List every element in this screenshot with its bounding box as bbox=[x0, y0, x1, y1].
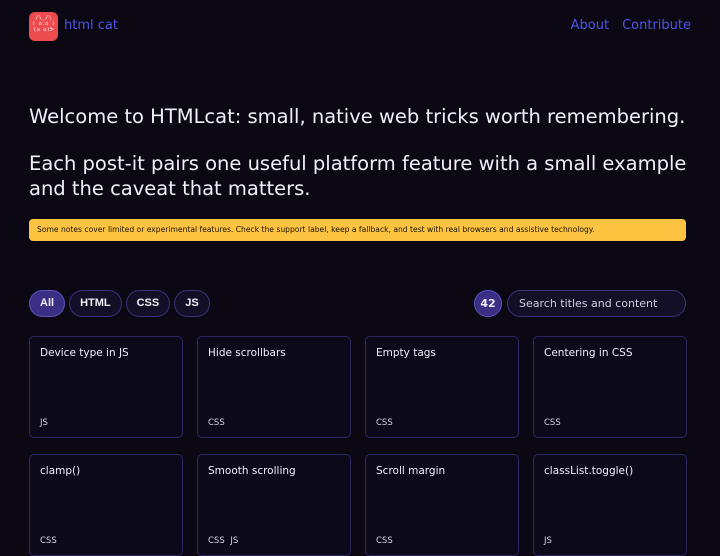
card-classlist-toggle[interactable]: classList.toggle() JS bbox=[533, 454, 687, 556]
result-count-badge: 42 bbox=[474, 290, 502, 317]
card-hide-scrollbars[interactable]: Hide scrollbars CSS bbox=[197, 336, 351, 438]
filter-html-button[interactable]: HTML bbox=[69, 290, 122, 317]
intro-headline: Welcome to HTMLcat: small, native web tr… bbox=[29, 105, 686, 128]
card-tags: CSS bbox=[376, 418, 393, 428]
cat-logo-icon[interactable]: /\_/\ ( o.o ) (u u)ᕗ bbox=[29, 12, 58, 41]
card-empty-tags[interactable]: Empty tags CSS bbox=[365, 336, 519, 438]
card-scroll-margin[interactable]: Scroll margin CSS bbox=[365, 454, 519, 556]
filter-css-button[interactable]: CSS bbox=[125, 290, 171, 317]
filter-bar: All HTML CSS JS bbox=[29, 290, 210, 317]
nav-contribute-link[interactable]: Contribute bbox=[622, 18, 691, 33]
card-centering[interactable]: Centering in CSS CSS bbox=[533, 336, 687, 438]
card-tags: CSS bbox=[208, 418, 225, 428]
card-tags: CSS bbox=[376, 536, 393, 546]
filter-js-button[interactable]: JS bbox=[174, 290, 210, 317]
search-input[interactable] bbox=[507, 290, 686, 317]
card-tags: CSS JS bbox=[208, 536, 239, 546]
card-title: Empty tags bbox=[376, 347, 436, 359]
card-title: clamp() bbox=[40, 465, 81, 477]
card-tags: CSS bbox=[40, 536, 57, 546]
card-smooth-scrolling[interactable]: Smooth scrolling CSS JS bbox=[197, 454, 351, 556]
site-header: /\_/\ ( o.o ) (u u)ᕗ html cat About Cont… bbox=[29, 12, 691, 42]
card-title: classList.toggle() bbox=[544, 465, 634, 477]
nav-about-link[interactable]: About bbox=[571, 18, 609, 33]
card-title: Hide scrollbars bbox=[208, 347, 286, 359]
intro: Welcome to HTMLcat: small, native web tr… bbox=[29, 104, 689, 201]
card-title: Centering in CSS bbox=[544, 347, 633, 359]
card-tags: JS bbox=[544, 536, 552, 546]
card-title: Smooth scrolling bbox=[208, 465, 296, 477]
brand-name[interactable]: html cat bbox=[64, 18, 118, 33]
card-tags: CSS bbox=[544, 418, 561, 428]
filter-all-button[interactable]: All bbox=[29, 290, 66, 317]
card-clamp[interactable]: clamp() CSS bbox=[29, 454, 183, 556]
intro-description: Each post-it pairs one useful platform f… bbox=[29, 152, 687, 200]
support-notice: Some notes cover limited or experimental… bbox=[29, 219, 686, 241]
card-device-type[interactable]: Device type in JS JS bbox=[29, 336, 183, 438]
cards-grid: Device type in JS JS Hide scrollbars CSS… bbox=[29, 336, 687, 556]
card-tags: JS bbox=[40, 418, 48, 428]
card-title: Scroll margin bbox=[376, 465, 446, 477]
card-title: Device type in JS bbox=[40, 347, 129, 359]
top-nav: About Contribute bbox=[571, 18, 691, 33]
